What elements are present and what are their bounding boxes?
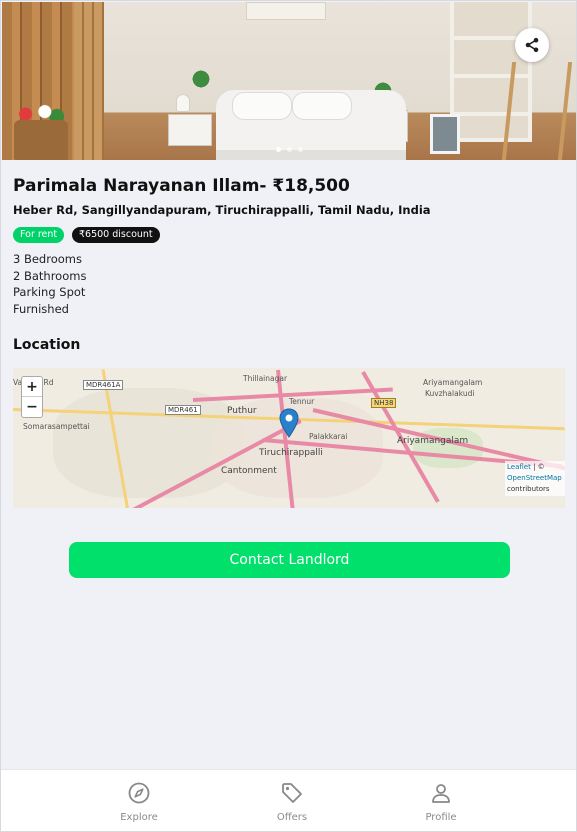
carousel-dots (2, 147, 576, 152)
map-label: Palakkarai (309, 432, 348, 441)
nav-label-explore: Explore (120, 812, 158, 823)
for-rent-badge: For rent (13, 227, 65, 243)
photo-scene-pillow (232, 92, 292, 120)
discount-badge: ₹6500 discount (72, 227, 160, 243)
feature-bathrooms: 2 Bathrooms (13, 268, 87, 283)
tag-icon (282, 783, 302, 803)
map-marker-icon[interactable] (279, 408, 299, 438)
map-label: Cantonment (221, 466, 277, 476)
carousel-dot[interactable] (297, 147, 303, 152)
leaflet-link[interactable]: Leaflet (507, 463, 531, 471)
zoom-in-button[interactable]: + (22, 377, 42, 397)
nav-item-explore[interactable]: Explore (99, 780, 179, 823)
photo-scene-plant (188, 66, 214, 92)
photo-scene-basket (14, 120, 68, 160)
carousel-dot[interactable] (275, 147, 281, 152)
location-heading: Location (13, 337, 81, 353)
feature-parking: Parking Spot (13, 285, 86, 299)
photo-scene-easel (501, 62, 573, 160)
listing-title: Parimala Narayanan Illam- ₹18,500 (13, 176, 350, 196)
attribution-contributors: contributors (507, 485, 550, 493)
map-road-shield: MDR461 (165, 405, 201, 415)
share-button[interactable] (515, 28, 549, 62)
bottom-nav: Explore Offers Profile (1, 769, 576, 831)
map-label: Puthur (227, 406, 257, 416)
map-road-shield: MDR461A (83, 380, 124, 390)
feature-furnished: Furnished (13, 301, 69, 316)
zoom-out-button[interactable]: − (22, 397, 42, 417)
compass-icon (128, 782, 150, 804)
map-label: Somarasampettai (23, 422, 90, 431)
nav-item-offers[interactable]: Offers (252, 780, 332, 823)
user-icon (432, 784, 450, 803)
osm-link[interactable]: OpenStreetMap (507, 474, 562, 482)
map-label: Ariyamangalam (423, 378, 483, 387)
map-label: Kuvzhalakudi (425, 389, 475, 398)
map-label: Tiruchirappalli (259, 448, 323, 458)
listing-address: Heber Rd, Sangillyandapuram, Tiruchirapp… (13, 203, 431, 217)
map-attribution: Leaflet | © OpenStreetMap contributors (505, 461, 565, 496)
carousel-dot[interactable] (286, 147, 292, 152)
feature-list: 3 Bedrooms 2 Bathrooms Parking Spot Furn… (13, 251, 86, 317)
map-zoom-control: + − (21, 376, 43, 418)
map-label: Thillainagar (243, 374, 288, 383)
map-label: Ariyamangalam (397, 436, 469, 446)
photo-scene-lamp (176, 94, 190, 112)
contact-landlord-button[interactable]: Contact Landlord (69, 542, 510, 578)
location-map[interactable]: Vayalur Rd Somarasampettai Thillainagar … (13, 368, 565, 508)
nav-item-profile[interactable]: Profile (401, 780, 481, 823)
map-label: Tennur (289, 397, 315, 406)
photo-scene-blinds (74, 2, 104, 160)
app-screen: Parimala Narayanan Illam- ₹18,500 Heber … (0, 0, 577, 832)
nav-label-offers: Offers (276, 812, 308, 823)
feature-bedrooms: 3 Bedrooms (13, 252, 82, 266)
map-road-shield: NH38 (371, 398, 397, 408)
share-icon (525, 37, 539, 53)
photo-scene-nightstand (168, 114, 212, 146)
attribution-separator: | © (530, 463, 545, 471)
property-photo-carousel[interactable] (2, 2, 576, 160)
nav-label-profile: Profile (425, 812, 457, 823)
photo-scene-wall-shelf (246, 2, 326, 20)
photo-scene-pillow (292, 92, 352, 120)
